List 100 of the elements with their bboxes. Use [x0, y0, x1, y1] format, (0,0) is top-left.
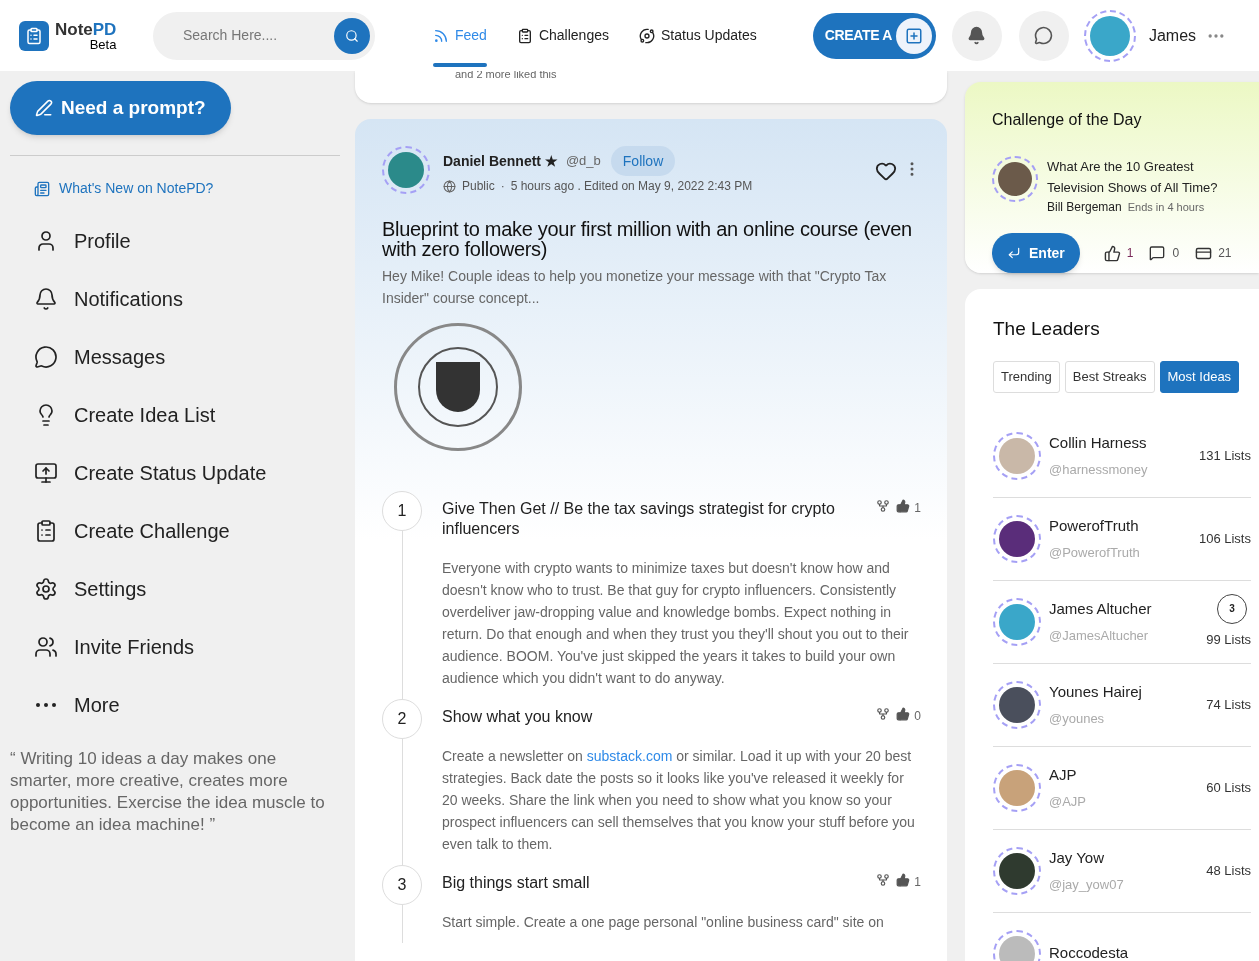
- challenge-title[interactable]: What Are the 10 Greatest Television Shows of All Time?: [1047, 156, 1237, 198]
- logo-icon: [19, 20, 49, 51]
- like-icon[interactable]: [896, 873, 911, 887]
- like-count: 1: [914, 500, 921, 517]
- avatar: [993, 431, 1041, 480]
- fork-icon[interactable]: [876, 873, 891, 887]
- sidebar-item[interactable]: Notifications: [10, 270, 340, 328]
- sidebar-item[interactable]: More: [10, 676, 340, 734]
- idea-body: Create a newsletter on substack.com or similar. Load it up with your 20 best strategies. Back date the posts so it looks like you've released it weekly for 20 weeks. Share the link when you need to show what you know so your prospect influencers can sell themselves that you know your stuff before you even talk to them.: [442, 747, 916, 854]
- substack-link[interactable]: substack.com: [586, 748, 673, 764]
- avatar: [993, 846, 1041, 895]
- comment-icon[interactable]: [1149, 245, 1166, 261]
- sidebar-item[interactable]: Messages: [10, 328, 340, 386]
- whats-new-link[interactable]: What's New on NotePD?: [34, 178, 340, 199]
- like-icon[interactable]: [896, 499, 911, 513]
- leader-handle: @PowerofTruth: [1049, 544, 1141, 562]
- newspaper-icon: [34, 180, 50, 197]
- gear-icon: [34, 577, 58, 601]
- lists-count: 131 Lists: [1198, 446, 1251, 465]
- search-field[interactable]: Search Here....: [153, 11, 375, 60]
- leader-handle: @jay_yow07: [1049, 876, 1125, 894]
- globe-icon: [443, 179, 456, 193]
- search-input[interactable]: Search Here....: [183, 25, 334, 46]
- leader-name[interactable]: AJP: [1049, 763, 1207, 786]
- plus-square-icon: [904, 26, 923, 45]
- leader-name[interactable]: James Altucher: [1049, 597, 1207, 620]
- lists-count: 60 Lists: [1206, 778, 1251, 797]
- idea-title: Big things start small: [442, 873, 591, 893]
- bell-icon: [967, 26, 987, 45]
- fork-icon[interactable]: [876, 707, 891, 721]
- challenge-heading: Challenge of the Day: [992, 110, 1143, 130]
- avatar: [992, 156, 1038, 202]
- leaders-tab[interactable]: Trending: [993, 360, 1060, 393]
- heart-icon[interactable]: [875, 160, 897, 182]
- chat-bubble-icon: [34, 345, 58, 369]
- idea-number: 2: [382, 699, 422, 739]
- search-icon: [345, 28, 359, 43]
- return-arrow-icon: [1007, 246, 1021, 260]
- avatar: [1083, 9, 1136, 62]
- like-count: 0: [914, 708, 921, 725]
- lists-count: 99 Lists: [1206, 630, 1251, 649]
- people-icon: [34, 635, 58, 659]
- quote-text: “ Writing 10 ideas a day makes one smarter, more creative, creates more opportunities. Exercise the idea muscle to become an idea machine! ”: [10, 748, 326, 836]
- nav-tab[interactable]: Challenges: [516, 0, 609, 71]
- idea-body: Start simple. Create a one page personal "online business card" site on: [442, 913, 885, 932]
- post-excerpt: Hey Mike! Couple ideas to help you monetize your message with that "Crypto Tax Insider" course concept...: [382, 267, 888, 308]
- leader-name[interactable]: Collin Harness: [1049, 431, 1199, 454]
- idea-title: Show what you know: [442, 707, 594, 727]
- enter-button[interactable]: Enter: [992, 233, 1080, 273]
- author-name[interactable]: Daniel Bennett ★: [443, 150, 558, 172]
- logo-text: NotePD: [55, 20, 117, 38]
- sidebar-item[interactable]: Invite Friends: [10, 618, 340, 676]
- clipboard-icon: [516, 27, 533, 44]
- separator-dot: ·: [500, 178, 505, 195]
- comment-count: 0: [1172, 245, 1180, 262]
- monitor-icon: [34, 461, 58, 485]
- dots-icon: [36, 703, 56, 707]
- leader-name[interactable]: Younes Hairej: [1049, 680, 1207, 703]
- beta-label: Beta: [89, 37, 117, 51]
- sidebar-item[interactable]: Profile: [10, 212, 340, 270]
- sidebar-item[interactable]: Create Challenge: [10, 502, 340, 560]
- avatar: [993, 763, 1041, 812]
- nav-tab[interactable]: Feed: [433, 0, 487, 71]
- leader-name[interactable]: PowerofTruth: [1049, 514, 1199, 537]
- avatar: [382, 146, 430, 194]
- create-button[interactable]: CREATE A: [812, 12, 936, 59]
- sidebar-item[interactable]: Create Status Update: [10, 444, 340, 502]
- leader-name[interactable]: Jay Yow: [1049, 846, 1207, 869]
- leaders-tab[interactable]: Best Streaks: [1064, 360, 1155, 393]
- like-icon[interactable]: [896, 707, 911, 721]
- leader-handle: @AJP: [1049, 793, 1088, 811]
- like-icon[interactable]: [1103, 244, 1121, 262]
- chat-bubble-icon: [1034, 26, 1054, 45]
- challenge-author[interactable]: Bill Bergeman: [1047, 198, 1122, 216]
- visibility-label: Public: [462, 178, 495, 195]
- follow-button[interactable]: Follow: [610, 146, 676, 176]
- user-name[interactable]: James: [1148, 23, 1197, 48]
- fork-icon[interactable]: [876, 499, 891, 513]
- pencil-icon: [35, 99, 53, 117]
- bell-icon: [34, 287, 58, 311]
- leader-handle: @harnessmoney: [1049, 461, 1149, 479]
- leaders-heading: The Leaders: [993, 317, 1101, 341]
- lists-count: 106 Lists: [1198, 529, 1251, 548]
- search-button[interactable]: [334, 17, 370, 54]
- planet-icon: [639, 27, 655, 44]
- nav-tab[interactable]: Status Updates: [639, 0, 757, 71]
- leader-name[interactable]: Roccodesta: [1049, 942, 1251, 961]
- prompt-button[interactable]: Need a prompt?: [10, 81, 231, 135]
- leader-handle: @JamesAltucher: [1049, 627, 1150, 645]
- post-title[interactable]: Blueprint to make your first million with an online course (even with zero followers): [382, 219, 921, 259]
- leaders-tab[interactable]: Most Ideas: [1159, 360, 1240, 393]
- like-count: 1: [914, 874, 921, 891]
- clipboard-icon: [34, 519, 58, 543]
- leader-handle: @younes: [1049, 710, 1106, 728]
- lists-count: 74 Lists: [1206, 695, 1251, 714]
- idea-number: 1: [382, 491, 422, 531]
- like-count: 1: [1126, 245, 1134, 262]
- avatar: [993, 680, 1041, 729]
- sidebar-item[interactable]: Create Idea List: [10, 386, 340, 444]
- sidebar-item[interactable]: Settings: [10, 560, 340, 618]
